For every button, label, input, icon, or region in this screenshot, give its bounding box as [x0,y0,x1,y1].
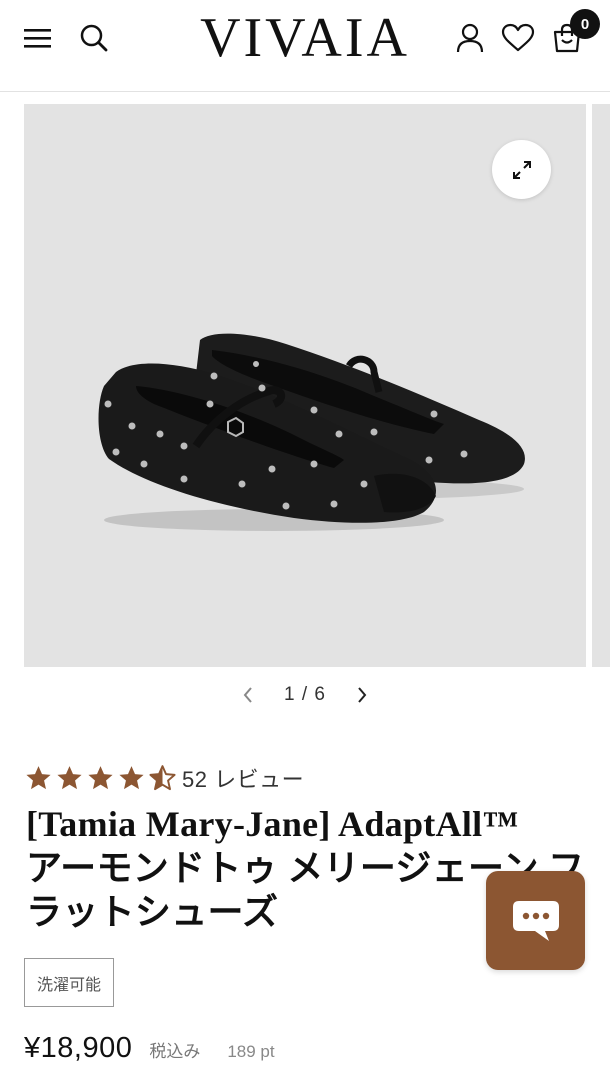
prev-image-button[interactable] [231,680,265,710]
chat-bubble-icon [512,900,559,941]
rating-stars [24,764,177,793]
account-icon [456,23,484,53]
next-image-peek[interactable] [592,104,610,667]
zoom-button[interactable] [492,140,551,199]
wishlist-button[interactable] [494,14,542,62]
pager-text: 1 / 6 [284,684,326,705]
star-full-icon [88,765,113,789]
account-button[interactable] [446,14,494,62]
chevron-right-icon [358,687,367,703]
tax-included-label: 税込み [149,1042,201,1061]
search-icon [80,24,108,52]
star-full-icon [119,765,144,789]
product-price: ¥18,900 [24,1032,133,1064]
product-rating[interactable]: 52 レビュー [24,762,304,794]
site-header: VIVAIA 0 [0,0,610,92]
chevron-left-icon [243,687,252,703]
product-title-line: [Tamia Mary-Jane] AdaptAll™ [26,804,519,844]
product-image-gallery[interactable] [24,104,586,667]
star-full-icon [26,765,51,789]
heart-icon [501,23,535,52]
star-half-icon [149,764,176,790]
gallery-pager: 1 / 6 [0,680,610,710]
next-image-button[interactable] [345,680,379,710]
price-row: ¥18,900 税込み 189 pt [24,1032,275,1072]
review-count-link[interactable]: 52 レビュー [182,762,304,794]
menu-icon [24,29,51,48]
washable-tag: 洗濯可能 [24,958,114,1007]
search-button[interactable] [70,14,118,62]
menu-button[interactable] [14,14,62,62]
cart-count-badge: 0 [570,9,600,39]
chat-button[interactable] [486,871,585,970]
expand-icon [512,160,531,179]
star-full-icon [57,765,82,789]
reward-points: 189 pt [227,1042,275,1061]
logo-link[interactable]: VIVAIA [155,8,455,68]
